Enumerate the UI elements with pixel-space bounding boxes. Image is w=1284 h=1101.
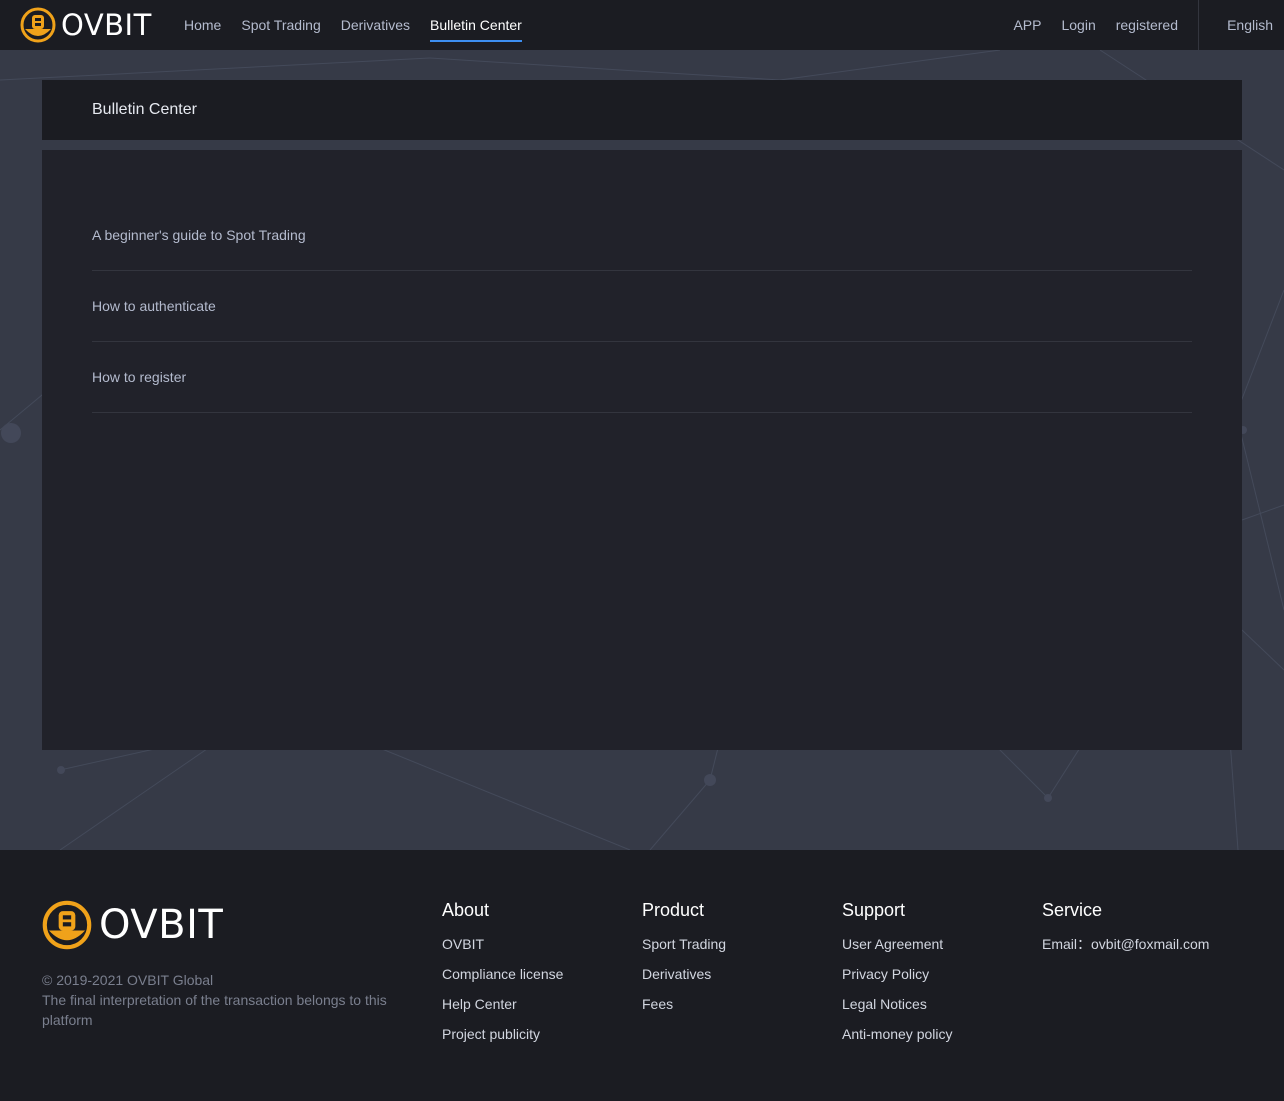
footer-link-sport-trading[interactable]: Sport Trading — [642, 934, 842, 954]
footer-heading-product: Product — [642, 900, 705, 920]
main-background: Bulletin Center A beginner's guide to Sp… — [0, 50, 1284, 850]
footer-brand-name: OVBIT — [99, 902, 224, 948]
footer-link-ovbit[interactable]: OVBIT — [442, 934, 642, 954]
register-link[interactable]: registered — [1116, 0, 1178, 50]
footer-link-project-publicity[interactable]: Project publicity — [442, 1024, 642, 1044]
footer-copyright-block: © 2019-2021 OVBIT Global The final inter… — [42, 970, 412, 1030]
bulletin-content: A beginner's guide to Spot Trading How t… — [42, 150, 1242, 750]
footer-link-privacy-policy[interactable]: Privacy Policy — [842, 964, 1042, 984]
disclaimer-text: The final interpretation of the transact… — [42, 992, 387, 1028]
footer-link-fees[interactable]: Fees — [642, 994, 842, 1014]
nav-derivatives[interactable]: Derivatives — [341, 0, 410, 50]
account-nav: APP Login registered English — [1013, 0, 1284, 50]
footer-link-help-center[interactable]: Help Center — [442, 994, 642, 1014]
language-selector[interactable]: English — [1199, 0, 1284, 50]
copyright-text: © 2019-2021 OVBIT Global — [42, 972, 214, 988]
login-link[interactable]: Login — [1061, 0, 1095, 50]
nav-home[interactable]: Home — [184, 0, 221, 50]
footer-heading-service: Service — [1042, 900, 1103, 920]
footer-link-anti-money-policy[interactable]: Anti-money policy — [842, 1024, 1042, 1044]
app-link[interactable]: APP — [1013, 0, 1041, 50]
brand-logo[interactable]: OVBIT — [20, 7, 152, 43]
footer-link-derivatives[interactable]: Derivatives — [642, 964, 842, 984]
footer-heading-support: Support — [842, 900, 906, 920]
footer-email-link[interactable]: Email：ovbit@foxmail.com — [1042, 934, 1272, 954]
footer-column-product: Product Sport Trading Derivatives Fees — [642, 898, 842, 1024]
ovbit-logo-icon — [20, 7, 56, 43]
footer-column-support: Support User Agreement Privacy Policy Le… — [842, 898, 1042, 1054]
nav-spot-trading[interactable]: Spot Trading — [241, 0, 320, 50]
brand-name: OVBIT — [61, 8, 152, 42]
article-item-authenticate[interactable]: How to authenticate — [92, 271, 1192, 342]
footer-column-service: Service Email：ovbit@foxmail.com — [1042, 898, 1272, 964]
nav-bulletin-center[interactable]: Bulletin Center — [430, 0, 522, 50]
article-list: A beginner's guide to Spot Trading How t… — [92, 200, 1192, 413]
bulletin-header: Bulletin Center — [42, 80, 1242, 140]
footer-link-legal-notices[interactable]: Legal Notices — [842, 994, 1042, 1014]
top-navbar: OVBIT Home Spot Trading Derivatives Bull… — [0, 0, 1284, 50]
article-item-spot-trading-guide[interactable]: A beginner's guide to Spot Trading — [92, 200, 1192, 271]
footer: OVBIT © 2019-2021 OVBIT Global The final… — [0, 850, 1284, 1101]
page-title: Bulletin Center — [92, 101, 197, 118]
footer-heading-about: About — [442, 900, 490, 920]
footer-link-compliance-license[interactable]: Compliance license — [442, 964, 642, 984]
footer-link-user-agreement[interactable]: User Agreement — [842, 934, 1042, 954]
footer-column-about: About OVBIT Compliance license Help Cent… — [442, 898, 642, 1054]
footer-logo: OVBIT — [42, 900, 223, 950]
main-nav: Home Spot Trading Derivatives Bulletin C… — [184, 0, 542, 50]
ovbit-logo-icon — [42, 900, 92, 950]
article-item-register[interactable]: How to register — [92, 342, 1192, 413]
